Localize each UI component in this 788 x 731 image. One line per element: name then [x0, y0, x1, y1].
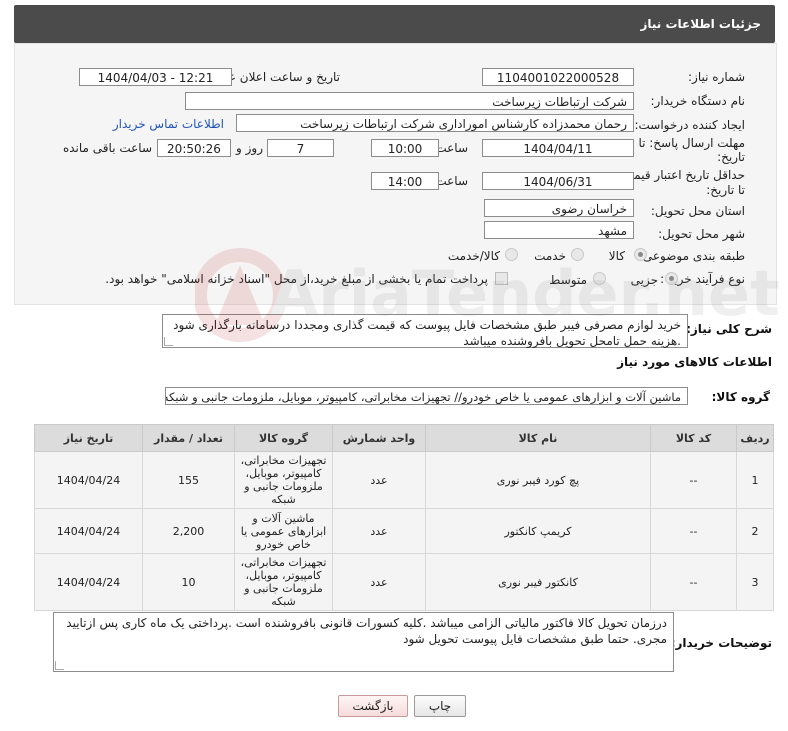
summary-label: شرح کلی نیاز:	[686, 322, 772, 336]
contact-info-link[interactable]: اطلاعات تماس خریدار	[113, 117, 224, 131]
col-row: ردیف	[736, 424, 774, 452]
category-both-radio[interactable]	[505, 248, 518, 261]
table-row[interactable]: 1 -- پچ کورد فیبر نوری عدد تجهیزات مخابر…	[34, 451, 774, 509]
buyer-org-label: نام دستگاه خریدار:	[650, 94, 746, 108]
category-both-label: کالا/خدمت	[447, 249, 500, 263]
announce-field[interactable]: 1404/04/03 - 12:21	[79, 68, 232, 86]
print-button[interactable]: چاپ	[414, 695, 466, 717]
cell-code: --	[650, 508, 737, 554]
category-goods-label: کالا	[608, 249, 625, 263]
category-service-label: خدمت	[534, 249, 566, 263]
table-row[interactable]: 3 -- کانکتور فیبر نوری عدد تجهیزات مخابر…	[34, 553, 774, 611]
cell-qty: 2,200	[142, 508, 235, 554]
deadline-time-field[interactable]: 10:00	[371, 139, 439, 157]
process-minor-radio[interactable]	[665, 272, 678, 285]
resize-grip-icon[interactable]	[164, 337, 173, 346]
buyer-notes-label: توضیحات خریدار:	[670, 636, 772, 650]
col-unit: واحد شمارش	[332, 424, 426, 452]
buyer-notes-content: درزمان تحویل کالا فاکتور مالیاتی الزامی …	[66, 616, 667, 646]
validity-label-2: تا تاریخ:	[706, 183, 745, 197]
buyer-org-field[interactable]: شرکت ارتباطات زیرساخت	[185, 92, 634, 110]
goods-section-title: اطلاعات کالاهای مورد نیاز	[617, 355, 772, 369]
page-title: جزئیات اطلاعات نیاز	[640, 17, 761, 31]
process-medium-label: متوسط	[549, 273, 587, 287]
days-field[interactable]: 7	[267, 139, 334, 157]
validity-date-field[interactable]: 1404/06/31	[482, 172, 634, 190]
cell-group: تجهیزات مخابراتی، کامپیوتر، موبایل، ملزو…	[234, 451, 333, 509]
table-header-row: ردیف کد کالا نام کالا واحد شمارش گروه کا…	[34, 424, 774, 452]
buyer-notes-text: درزمان تحویل کالا فاکتور مالیاتی الزامی …	[53, 612, 674, 672]
category-label: طبقه بندی موضوعی:	[638, 249, 745, 263]
remaining-label: ساعت باقی مانده	[62, 141, 152, 155]
validity-label: حداقل تاریخ اعتبار قیمت:	[618, 168, 745, 182]
back-button[interactable]: بازگشت	[338, 695, 408, 717]
cell-row: 3	[736, 553, 774, 611]
cell-group: ماشین آلات و ابزارهای عمومی یا خاص خودرو	[234, 508, 333, 554]
goods-table: ردیف کد کالا نام کالا واحد شمارش گروه کا…	[34, 424, 774, 611]
cell-name: پچ کورد فیبر نوری	[425, 451, 651, 509]
cell-date: 1404/04/24	[34, 553, 143, 611]
cell-date: 1404/04/24	[34, 451, 143, 509]
treasury-note: پرداخت تمام یا بخشی از مبلغ خرید،از محل …	[105, 272, 488, 286]
deadline-date-field[interactable]: 1404/04/11	[482, 139, 634, 157]
validity-time-label: ساعت	[435, 174, 468, 188]
category-service-radio[interactable]	[571, 248, 584, 261]
col-date: تاریخ نیاز	[34, 424, 143, 452]
cell-unit: عدد	[332, 553, 426, 611]
province-label: استان محل تحویل:	[650, 204, 745, 218]
cell-row: 2	[736, 508, 774, 554]
remaining-time-field[interactable]: 20:50:26	[157, 139, 231, 157]
category-goods-radio[interactable]	[634, 248, 647, 261]
col-code: کد کالا	[650, 424, 737, 452]
city-field[interactable]: مشهد	[484, 221, 634, 239]
goods-group-field[interactable]: ماشین آلات و ابزارهای عمومی یا خاص خودرو…	[165, 387, 688, 405]
validity-time-field[interactable]: 14:00	[371, 172, 439, 190]
summary-text: خرید لوازم مصرفی فیبر طبق مشخصات فایل پی…	[162, 314, 688, 348]
process-minor-label: جزیی	[630, 273, 658, 287]
creator-label: ایجاد کننده درخواست:	[634, 118, 745, 132]
process-medium-radio[interactable]	[593, 272, 606, 285]
days-label: روز و	[236, 141, 263, 155]
cell-name: کریمپ کانکتور	[425, 508, 651, 554]
cell-name: کانکتور فیبر نوری	[425, 553, 651, 611]
province-field[interactable]: خراسان رضوی	[484, 199, 634, 217]
cell-unit: عدد	[332, 451, 426, 509]
need-number-label: شماره نیاز:	[688, 70, 745, 84]
cell-group: تجهیزات مخابراتی، کامپیوتر، موبایل، ملزو…	[234, 553, 333, 611]
deadline-time-label: ساعت	[435, 141, 468, 155]
deadline-label: مهلت ارسال پاسخ: تا	[638, 136, 745, 150]
treasury-checkbox[interactable]	[495, 272, 508, 285]
col-qty: تعداد / مقدار	[142, 424, 235, 452]
resize-grip-icon[interactable]	[55, 661, 64, 670]
deadline-label-2: تاریخ:	[717, 150, 745, 164]
cell-qty: 10	[142, 553, 235, 611]
cell-code: --	[650, 451, 737, 509]
cell-row: 1	[736, 451, 774, 509]
table-row[interactable]: 2 -- کریمپ کانکتور عدد ماشین آلات و ابزا…	[34, 508, 774, 554]
cell-date: 1404/04/24	[34, 508, 143, 554]
cell-unit: عدد	[332, 508, 426, 554]
summary-text-content: خرید لوازم مصرفی فیبر طبق مشخصات فایل پی…	[173, 318, 681, 348]
cell-code: --	[650, 553, 737, 611]
need-number-field[interactable]: 1104001022000528	[482, 68, 634, 86]
goods-group-label: گروه کالا:	[711, 390, 770, 404]
city-label: شهر محل تحویل:	[658, 227, 745, 241]
page-header: جزئیات اطلاعات نیاز	[14, 5, 775, 43]
cell-qty: 155	[142, 451, 235, 509]
creator-field[interactable]: رحمان محمدزاده کارشناس امورادارى شرکت ار…	[236, 114, 634, 132]
col-group: گروه کالا	[234, 424, 333, 452]
col-name: نام کالا	[425, 424, 651, 452]
